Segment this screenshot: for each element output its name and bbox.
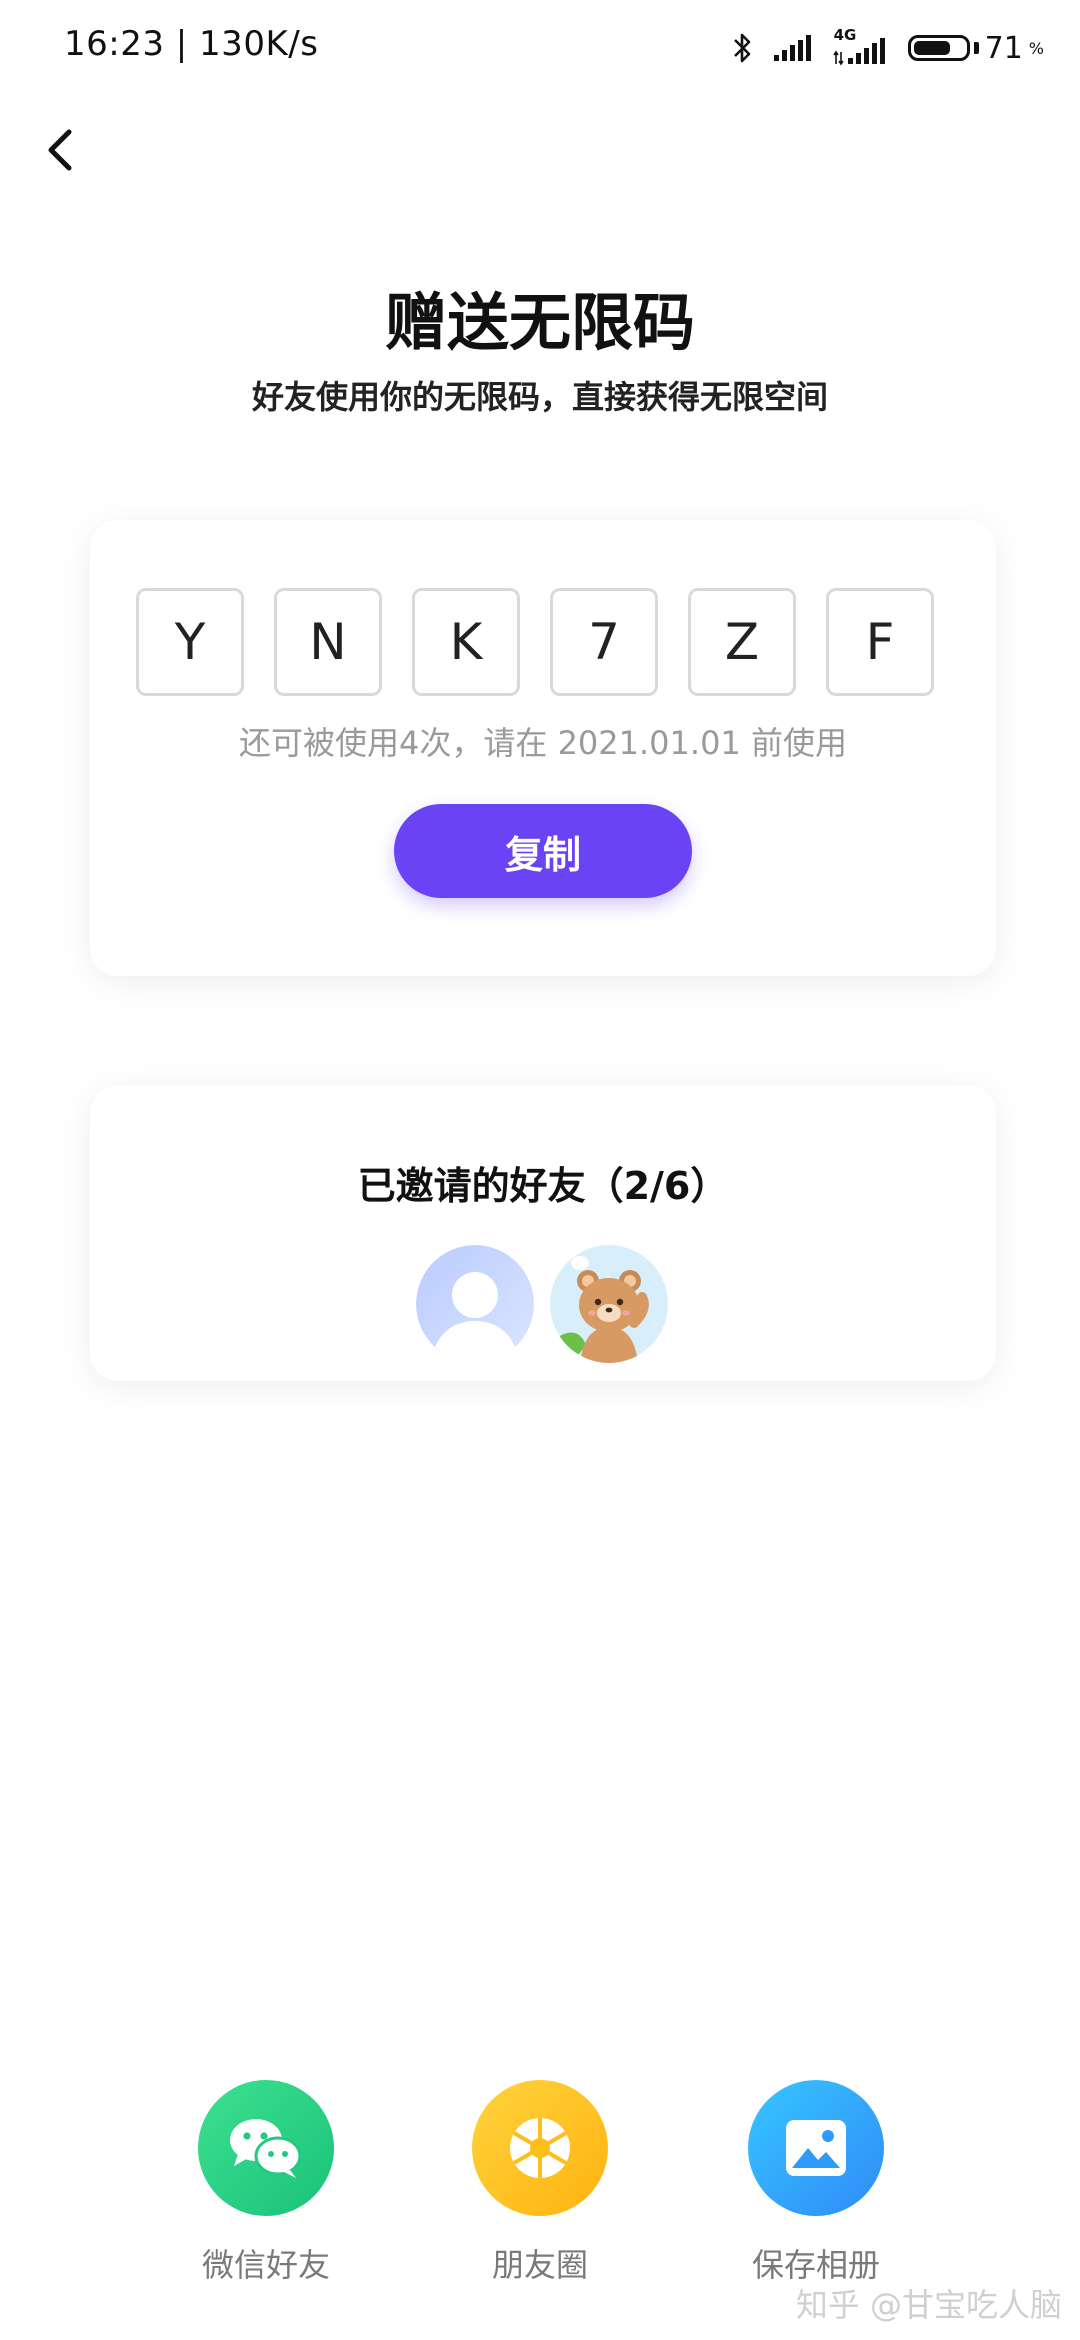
- battery-fill: [913, 41, 950, 55]
- code-char-box: Z: [688, 588, 796, 696]
- code-char-box: F: [826, 588, 934, 696]
- share-wechat-friends[interactable]: 微信好友: [166, 2080, 366, 2286]
- watermark: 知乎 @甘宝吃人脑: [795, 2286, 1062, 2324]
- battery-unit: %: [1028, 38, 1044, 58]
- invited-friends-title: 已邀请的好友（2/6）: [357, 1164, 729, 1208]
- avatar-bear[interactable]: [550, 1245, 668, 1363]
- invited-friends-card: 已邀请的好友（2/6）: [90, 1085, 996, 1381]
- bluetooth-icon: [733, 33, 750, 63]
- signal-4g-indicator: 4G: [832, 26, 890, 66]
- battery-indicator: 71%: [907, 30, 1044, 66]
- signal-icon-2: [832, 38, 885, 66]
- bear-avatar-icon: [550, 1245, 668, 1363]
- page-subtitle: 好友使用你的无限码，直接获得无限空间: [251, 378, 828, 416]
- status-time-speed: 16:23 | 130K/s: [64, 24, 319, 64]
- share-moments-circle[interactable]: [472, 2080, 608, 2216]
- share-wechat-circle[interactable]: [198, 2080, 334, 2216]
- share-moments[interactable]: 朋友圈: [440, 2080, 640, 2286]
- friend-avatars: [416, 1245, 668, 1363]
- share-save-album[interactable]: 保存相册: [716, 2080, 916, 2286]
- share-label: 朋友圈: [491, 2246, 588, 2284]
- battery-icon: [907, 35, 970, 61]
- code-char-box: N: [274, 588, 382, 696]
- share-album-circle[interactable]: [748, 2080, 884, 2216]
- signal-icon: [773, 35, 811, 61]
- copy-button[interactable]: 复制: [394, 804, 692, 898]
- code-char-box: K: [412, 588, 520, 696]
- avatar-default[interactable]: [416, 1245, 534, 1363]
- invite-code-row: Y N K 7 Z F: [136, 588, 934, 696]
- wechat-icon: [230, 2119, 302, 2178]
- code-char-box: 7: [550, 588, 658, 696]
- code-char-box: Y: [136, 588, 244, 696]
- battery-percent: 71: [984, 30, 1023, 66]
- share-label: 微信好友: [201, 2246, 330, 2284]
- status-icons: 4G 71%: [732, 26, 1044, 70]
- moments-aperture-icon: [510, 2118, 570, 2178]
- back-button[interactable]: [30, 120, 90, 180]
- page-title: 赠送无限码: [384, 286, 695, 359]
- code-usage-hint: 还可被使用4次，请在 2021.01.01 前使用: [239, 724, 847, 762]
- chevron-left-icon: [48, 129, 72, 171]
- battery-tip: [973, 42, 979, 54]
- default-user-avatar-icon: [416, 1245, 534, 1363]
- image-icon: [786, 2120, 846, 2176]
- invite-code-card: Y N K 7 Z F 还可被使用4次，请在 2021.01.01 前使用 复制: [90, 520, 996, 976]
